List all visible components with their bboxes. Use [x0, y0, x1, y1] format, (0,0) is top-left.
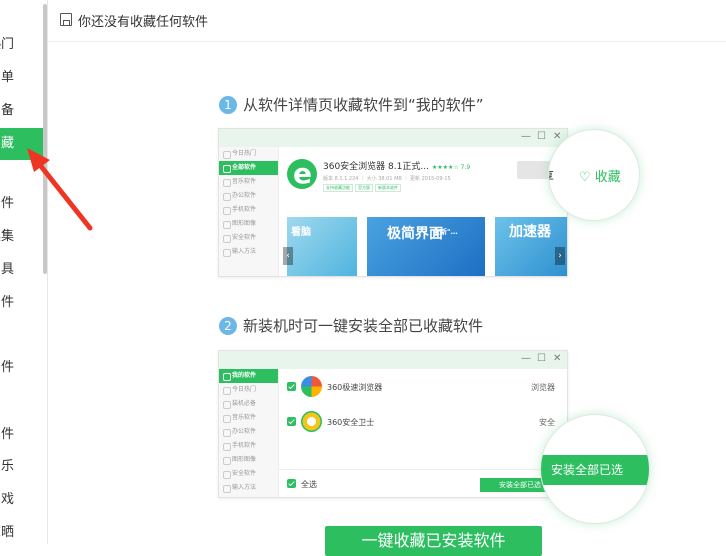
maximize-icon: ☐: [537, 131, 546, 142]
mock-side-item: 办公软件: [219, 425, 278, 439]
app-tag: 官方版: [355, 184, 373, 192]
zoom-category: 安全: [541, 420, 554, 430]
mock-side-item: 我的软件: [219, 369, 278, 383]
sidebar-item-label: 戏: [0, 492, 14, 507]
favorite-installed-button[interactable]: 一键收藏已安装软件: [325, 526, 542, 556]
mock-side-item: 安全软件: [219, 231, 278, 245]
speed-browser-icon: [301, 376, 322, 397]
browser-logo-icon: [287, 157, 317, 190]
mock-side-item: 手机软件: [219, 439, 278, 453]
mock-app-meta: 版本 8.1.1.224 ｜ 大小 38.01 MB ｜ 更新 2015-09-…: [323, 176, 451, 182]
app-rating: ★★★★☆ 7.9: [431, 164, 471, 171]
favorites-header: 你还没有收藏任何软件: [48, 0, 726, 42]
favorite-heart-icon: ♡ 收藏: [579, 170, 621, 185]
list-item: 360极速浏览器 浏览器: [287, 374, 559, 400]
step-1-title: 从软件详情页收藏软件到“我的软件”: [243, 96, 484, 114]
mock-side-item: 装机必备: [219, 397, 278, 411]
close-icon: ✕: [553, 353, 562, 364]
sidebar-item-software-3[interactable]: 件: [0, 352, 44, 384]
mock-side-item: 输入方法: [219, 481, 278, 495]
close-icon: ✕: [553, 131, 562, 142]
install-zoom-callout: 安全 安装全部已选: [540, 414, 650, 524]
mock-side-item: 音乐软件: [219, 411, 278, 425]
app-tag: 支持收藏功能: [323, 184, 353, 192]
sidebar-item-tools[interactable]: 具: [0, 254, 44, 286]
sidebar-item-label: 具: [0, 262, 14, 277]
sidebar-item-label: 乐: [0, 459, 14, 474]
step-number-badge: 1: [219, 95, 237, 114]
app-category: 浏览器: [531, 383, 555, 392]
mock-side-item: 图形图像: [219, 217, 278, 231]
zoom-install-button: 安装全部已选: [541, 455, 649, 485]
sidebar-item-software-2[interactable]: 件: [0, 287, 44, 319]
app-name: 360极速浏览器: [327, 383, 383, 392]
mock-side-item: 今日热门: [219, 383, 278, 397]
list-item: 360安全卫士 安全: [287, 409, 559, 435]
sidebar-item-label: 晾晒: [0, 525, 14, 540]
mock-side-item: 手机软件: [219, 203, 278, 217]
screenshot-caption: 全新"…: [433, 228, 458, 236]
mock-side-item: 安全软件: [219, 467, 278, 481]
sidebar-item-software-4[interactable]: 件: [0, 419, 44, 451]
screenshot-thumb: 极简界面 全新"…: [367, 217, 485, 276]
mock-titlebar: — ☐ ✕: [219, 351, 567, 369]
minimize-icon: —: [521, 131, 531, 142]
mock-side-item: 办公软件: [219, 189, 278, 203]
favorite-zoom-callout: 享 ♡ 收藏: [548, 129, 640, 221]
sidebar-item-more[interactable]: 晾晒: [0, 517, 44, 549]
detail-page-illustration: — ☐ ✕ 今日热门 全部软件 音乐软件 办公软件 手机软件 图形图像 安全软件…: [218, 128, 568, 277]
sidebar-item-music[interactable]: 乐: [0, 451, 44, 483]
mock-titlebar: — ☐ ✕: [219, 129, 567, 147]
maximize-icon: ☐: [537, 353, 546, 364]
mock-sidebar: 我的软件 今日热门 装机必备 音乐软件 办公软件 手机软件 图形图像 安全软件 …: [219, 369, 279, 497]
mock-side-item: 音乐软件: [219, 175, 278, 189]
app-tag: 新版本软件: [375, 184, 401, 192]
mock-app-name: 360安全浏览器 8.1正式... ★★★★☆ 7.9: [323, 159, 470, 172]
red-pointer-arrow: [27, 148, 93, 231]
app-name-text: 360安全浏览器 8.1正式...: [323, 162, 429, 172]
mock-app-tags: 支持收藏功能 官方版 新版本软件: [323, 184, 401, 192]
mock-side-item: 图形图像: [219, 453, 278, 467]
sidebar-item-games[interactable]: 戏: [0, 484, 44, 516]
step-number-badge: 2: [219, 316, 237, 335]
prev-arrow-icon: ‹: [283, 247, 293, 265]
screenshot-caption: 加速器: [509, 224, 551, 240]
mock-footer: 全选 安装全部已选: [279, 469, 567, 497]
step-2-title: 新装机时可一键安装全部已收藏软件: [243, 317, 484, 335]
select-all-label: 全选: [301, 480, 317, 489]
screenshot-thumb: 看脑: [287, 217, 357, 276]
sidebar-item-label: 件: [0, 427, 14, 442]
screenshot-caption: 看脑: [291, 227, 311, 238]
step-2-heading: 2 新装机时可一键安装全部已收藏软件: [219, 315, 483, 336]
my-software-illustration: — ☐ ✕ 我的软件 今日热门 装机必备 音乐软件 办公软件 手机软件 图形图像…: [218, 350, 568, 498]
mock-side-item: 今日热门: [219, 147, 278, 161]
sidebar-item-label: 件: [0, 295, 14, 310]
security-guard-icon: [301, 411, 322, 432]
app-name: 360安全卫士: [327, 418, 375, 427]
share-label: 享: [549, 166, 554, 185]
next-arrow-icon: ›: [555, 247, 565, 265]
mock-side-item: 输入方法: [219, 245, 278, 259]
minimize-icon: —: [521, 353, 531, 364]
select-all-checkbox-icon: [287, 479, 296, 488]
sidebar-item-label: 件: [0, 360, 14, 375]
checkbox-checked-icon: [287, 382, 296, 391]
checkbox-checked-icon: [287, 417, 296, 426]
mock-sidebar: 今日热门 全部软件 音乐软件 办公软件 手机软件 图形图像 安全软件 输入方法: [219, 147, 279, 276]
step-1-heading: 1 从软件详情页收藏软件到“我的软件”: [219, 94, 484, 115]
mock-side-item: 全部软件: [219, 161, 278, 175]
